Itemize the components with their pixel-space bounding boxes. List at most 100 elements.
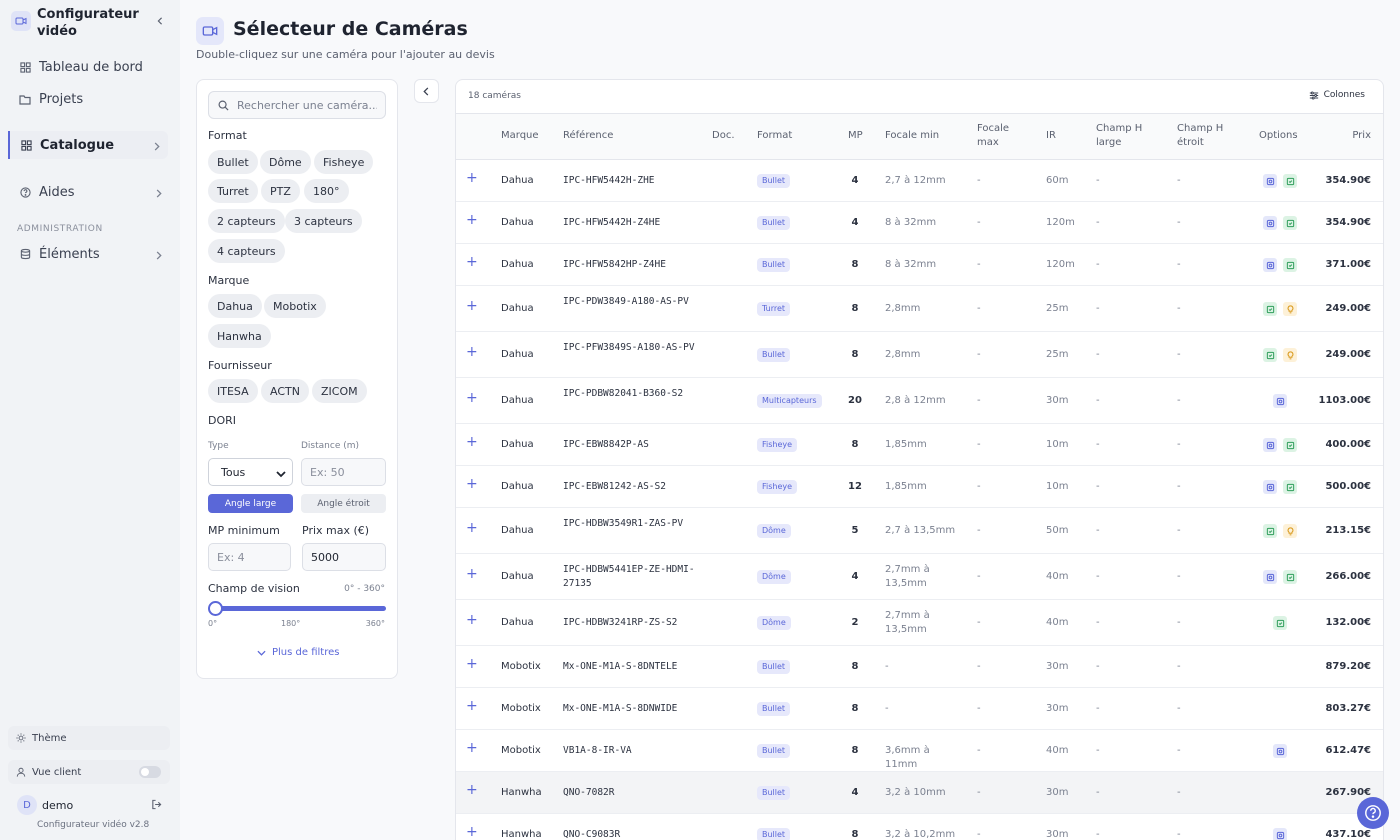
header-options[interactable]: Options bbox=[1259, 129, 1298, 143]
table-row[interactable]: + Hanwha QNO-7082R Bullet 4 3,2 à 10mm - 30m - - 2… bbox=[456, 772, 1383, 814]
theme-button[interactable]: Thème bbox=[8, 726, 170, 750]
cell-price: 354.90€ bbox=[1325, 175, 1371, 186]
nav-item-projects[interactable]: Projets bbox=[10, 85, 170, 113]
add-to-quote-button[interactable]: + bbox=[466, 567, 478, 581]
table-row[interactable]: + Dahua IPC-HFW5442H-ZHE Bullet 4 2,7 à 12mm -… bbox=[456, 160, 1383, 202]
add-to-quote-button[interactable]: + bbox=[466, 345, 478, 359]
add-to-quote-button[interactable]: + bbox=[466, 171, 478, 185]
add-to-quote-button[interactable]: + bbox=[466, 613, 478, 627]
header-focal-max[interactable]: Focale max bbox=[977, 122, 1025, 150]
chip-brand-mobotix[interactable]: Mobotix bbox=[264, 294, 326, 318]
add-to-quote-button[interactable]: + bbox=[466, 299, 478, 313]
cell-fov-wide: - bbox=[1096, 829, 1100, 840]
client-view-row[interactable]: Vue client bbox=[8, 760, 170, 784]
cell-ir: 50m bbox=[1046, 525, 1069, 536]
table-row[interactable]: + Dahua IPC-HDBW3241RP-ZS-S2 Dôme 2 2,7mm à 1… bbox=[456, 600, 1383, 646]
table-row[interactable]: + Mobotix VB1A-8-IR-VA Bullet 8 3,6mm à 11mm -… bbox=[456, 730, 1383, 772]
format-badge: Bullet bbox=[757, 258, 791, 272]
table-row[interactable]: + Dahua IPC-PDW3849-A180-AS-PV Turret 8 2,8mm… bbox=[456, 286, 1383, 332]
columns-button[interactable]: Colonnes bbox=[1309, 90, 1365, 100]
chip-brand-dahua[interactable]: Dahua bbox=[208, 294, 262, 318]
add-to-quote-button[interactable]: + bbox=[466, 255, 478, 269]
header-price[interactable]: Prix bbox=[1352, 129, 1371, 143]
help-button[interactable] bbox=[1357, 797, 1389, 829]
cell-focal-min: 1,85mm bbox=[885, 481, 927, 492]
chip-supplier-actn[interactable]: ACTN bbox=[261, 379, 309, 403]
cell-focal-min: 8 à 32mm bbox=[885, 217, 937, 228]
client-view-toggle[interactable] bbox=[139, 766, 161, 778]
fov-slider-track[interactable] bbox=[216, 606, 386, 611]
table-row[interactable]: + Mobotix Mx-ONE-M1A-S-8DNTELE Bullet 8 - - 30m… bbox=[456, 646, 1383, 688]
price-max-input[interactable]: 5000 bbox=[302, 543, 386, 571]
table-row[interactable]: + Hanwha QNO-C9083R Bullet 8 3,2 à 10,2mm - 30m… bbox=[456, 814, 1383, 840]
nav-item-help[interactable]: Aides bbox=[10, 178, 170, 206]
header-fov-narrow[interactable]: Champ H étroit bbox=[1177, 122, 1237, 150]
add-to-quote-button[interactable]: + bbox=[466, 477, 478, 491]
table-row[interactable]: + Dahua IPC-PFW3849S-A180-AS-PV Bullet 8 2,8m… bbox=[456, 332, 1383, 378]
cell-options bbox=[1246, 348, 1314, 362]
fov-slider-thumb[interactable] bbox=[208, 601, 223, 616]
chevron-left-icon[interactable] bbox=[153, 14, 167, 28]
add-to-quote-button[interactable]: + bbox=[466, 783, 478, 797]
chip-format-dome[interactable]: Dôme bbox=[260, 150, 311, 174]
chip-format-180[interactable]: 180° bbox=[304, 179, 349, 203]
table-row[interactable]: + Dahua IPC-PDBW82041-B360-S2 Multicapteurs… bbox=[456, 378, 1383, 424]
search-input[interactable] bbox=[237, 98, 377, 112]
add-to-quote-button[interactable]: + bbox=[466, 521, 478, 535]
nav-label: Catalogue bbox=[40, 137, 115, 153]
table-row[interactable]: + Dahua IPC-HDBW5441EP-ZE-HDMI-27135 Dôme 4 2… bbox=[456, 554, 1383, 600]
logout-icon[interactable] bbox=[151, 799, 162, 813]
more-filters-button[interactable]: Plus de filtres bbox=[257, 647, 339, 658]
type-select[interactable]: Tous bbox=[208, 458, 293, 486]
angle-wide-button[interactable]: Angle large bbox=[208, 494, 293, 513]
admin-section-label: ADMINISTRATION bbox=[17, 224, 103, 234]
chip-format-2-sensors[interactable]: 2 capteurs bbox=[208, 209, 285, 233]
supplier-label: Fournisseur bbox=[208, 359, 272, 372]
add-to-quote-button[interactable]: + bbox=[466, 391, 478, 405]
cell-options bbox=[1246, 394, 1314, 408]
cell-focal-max: - bbox=[977, 481, 981, 492]
chip-format-ptz[interactable]: PTZ bbox=[261, 179, 300, 203]
nav-item-dashboard[interactable]: Tableau de bord bbox=[10, 53, 170, 81]
shield-check-icon bbox=[1263, 524, 1277, 538]
table-row[interactable]: + Dahua IPC-EBW81242-AS-S2 Fisheye 12 1,85mm -… bbox=[456, 466, 1383, 508]
add-to-quote-button[interactable]: + bbox=[466, 435, 478, 449]
chip-supplier-zicom[interactable]: ZICOM bbox=[312, 379, 367, 403]
type-label: Type bbox=[208, 441, 229, 451]
add-to-quote-button[interactable]: + bbox=[466, 741, 478, 755]
table-row[interactable]: + Mobotix Mx-ONE-M1A-S-8DNWIDE Bullet 8 - - 30m… bbox=[456, 688, 1383, 730]
header-format[interactable]: Format bbox=[757, 129, 792, 143]
add-to-quote-button[interactable]: + bbox=[466, 825, 478, 839]
table-row[interactable]: + Dahua IPC-HDBW3549R1-ZAS-PV Dôme 5 2,7 à 13… bbox=[456, 508, 1383, 554]
add-to-quote-button[interactable]: + bbox=[466, 213, 478, 227]
add-to-quote-button[interactable]: + bbox=[466, 699, 478, 713]
cell-mp: 5 bbox=[851, 525, 859, 536]
chip-format-3-sensors[interactable]: 3 capteurs bbox=[285, 209, 362, 233]
header-brand[interactable]: Marque bbox=[501, 129, 539, 143]
chip-format-4-sensors[interactable]: 4 capteurs bbox=[208, 239, 285, 263]
chip-format-bullet[interactable]: Bullet bbox=[208, 150, 258, 174]
header-doc[interactable]: Doc. bbox=[712, 129, 735, 143]
header-fov-wide[interactable]: Champ H large bbox=[1096, 122, 1156, 150]
table-row[interactable]: + Dahua IPC-HFW5442H-Z4HE Bullet 4 8 à 32mm - 1… bbox=[456, 202, 1383, 244]
table-row[interactable]: + Dahua IPC-HFW5842HP-Z4HE Bullet 8 8 à 32mm -… bbox=[456, 244, 1383, 286]
nav-item-catalog[interactable]: Catalogue bbox=[8, 131, 168, 159]
chip-format-turret[interactable]: Turret bbox=[208, 179, 258, 203]
angle-narrow-button[interactable]: Angle étroit bbox=[301, 494, 386, 513]
chip-brand-hanwha[interactable]: Hanwha bbox=[208, 324, 271, 348]
header-mp[interactable]: MP bbox=[848, 129, 863, 143]
cell-focal-max: - bbox=[977, 217, 981, 228]
distance-input[interactable]: Ex: 50 bbox=[301, 458, 386, 486]
nav-item-elements[interactable]: Éléments bbox=[10, 240, 170, 268]
fov-range-label: 0° - 360° bbox=[344, 584, 385, 594]
table-row[interactable]: + Dahua IPC-EBW8842P-AS Fisheye 8 1,85mm - 10m -… bbox=[456, 424, 1383, 466]
header-focal-min[interactable]: Focale min bbox=[885, 129, 939, 143]
search-box[interactable] bbox=[208, 91, 386, 119]
header-reference[interactable]: Référence bbox=[563, 129, 613, 143]
mp-min-input[interactable]: Ex: 4 bbox=[208, 543, 291, 571]
chip-format-fisheye[interactable]: Fisheye bbox=[314, 150, 374, 174]
add-to-quote-button[interactable]: + bbox=[466, 657, 478, 671]
toggle-filters-button[interactable] bbox=[414, 79, 439, 103]
chip-supplier-itesa[interactable]: ITESA bbox=[208, 379, 258, 403]
header-ir[interactable]: IR bbox=[1046, 129, 1056, 143]
